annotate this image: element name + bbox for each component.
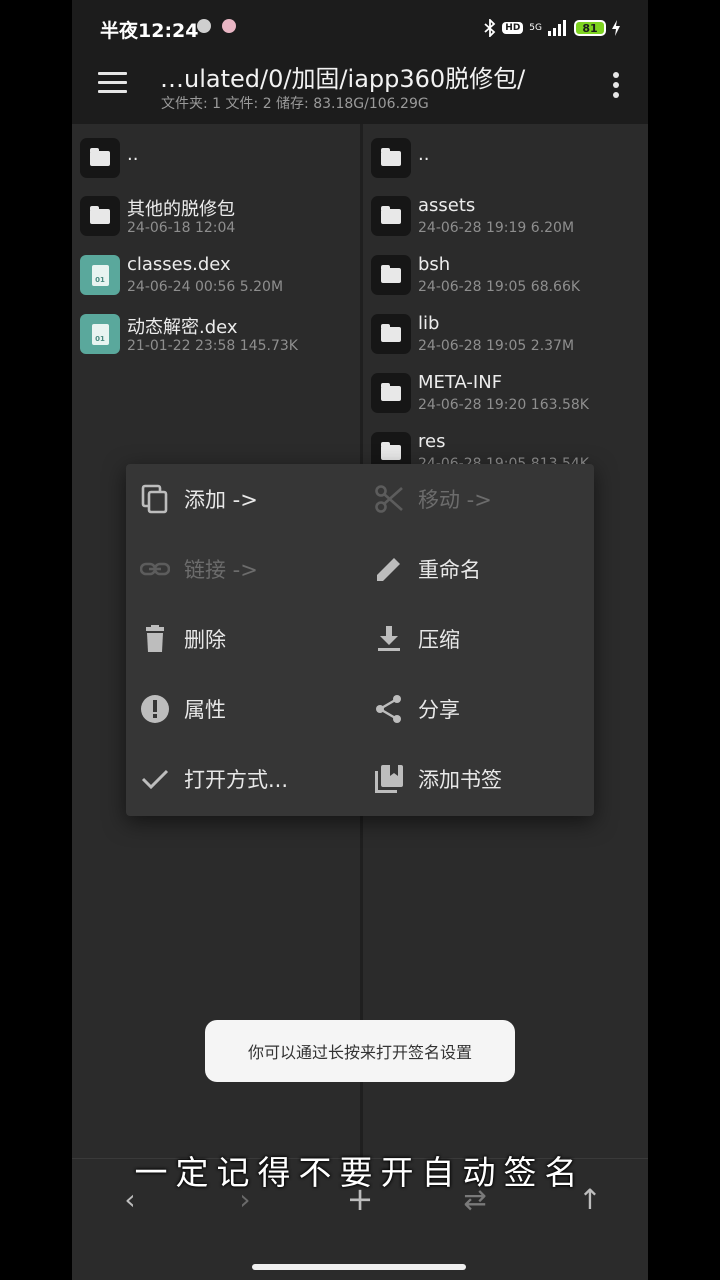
notification-pig-icon — [222, 19, 236, 33]
menu-item-bookmark[interactable]: 添加书签 — [360, 744, 594, 814]
download-icon — [374, 624, 404, 654]
trash-icon — [140, 624, 170, 654]
charging-icon — [612, 20, 620, 36]
info-icon — [140, 694, 170, 724]
menu-item-label: 移动 -> — [418, 488, 492, 512]
home-indicator[interactable] — [252, 1264, 466, 1270]
file-name: 其他的脱修包 — [127, 199, 235, 220]
bookmark-icon — [374, 764, 404, 794]
link-icon — [140, 554, 170, 584]
list-item[interactable]: .. — [72, 134, 360, 192]
list-item[interactable]: 01 classes.dex 24-06-24 00:56 5.20M — [72, 251, 360, 309]
status-clock: 半夜12:24 — [100, 20, 199, 42]
file-name: res — [418, 431, 446, 452]
context-menu: 添加 -> 移动 -> 链接 -> 重命名 删除 压缩 属性 分享 打开方式..… — [126, 464, 594, 816]
hamburger-menu-icon[interactable] — [98, 70, 128, 96]
folder-icon — [371, 255, 411, 295]
folder-icon — [371, 373, 411, 413]
file-meta: 24-06-28 19:05 2.37M — [418, 338, 575, 354]
status-icons: HD 5G 81 — [484, 16, 620, 40]
hd-badge: HD — [502, 22, 524, 34]
copy-icon — [140, 484, 170, 514]
file-meta: 21-01-22 23:58 145.73K — [127, 338, 298, 354]
file-name: classes.dex — [127, 254, 231, 275]
menu-item-delete[interactable]: 删除 — [126, 604, 360, 674]
file-name: .. — [127, 144, 139, 165]
bluetooth-icon — [484, 19, 496, 37]
path-stats: 文件夹: 1 文件: 2 储存: 83.18G/106.29G — [161, 96, 429, 112]
file-meta: 24-06-28 19:05 68.66K — [418, 279, 581, 295]
dex-file-icon: 01 — [80, 255, 120, 295]
file-meta: 24-06-28 19:19 6.20M — [418, 220, 575, 236]
notification-icon — [197, 19, 211, 33]
list-item[interactable]: 01 动态解密.dex 21-01-22 23:58 145.73K — [72, 310, 360, 368]
folder-icon — [80, 196, 120, 236]
overflow-menu-icon[interactable] — [612, 72, 620, 98]
menu-item-open-with[interactable]: 打开方式... — [126, 744, 360, 814]
list-item[interactable]: assets 24-06-28 19:19 6.20M — [363, 192, 648, 250]
dex-file-icon: 01 — [80, 314, 120, 354]
menu-item-label: 删除 — [184, 628, 226, 652]
file-name: 动态解密.dex — [127, 317, 238, 338]
menu-item-rename[interactable]: 重命名 — [360, 534, 594, 604]
menu-item-share[interactable]: 分享 — [360, 674, 594, 744]
folder-icon — [371, 314, 411, 354]
pencil-icon — [374, 554, 404, 584]
menu-item-label: 重命名 — [418, 558, 481, 582]
menu-item-link[interactable]: 链接 -> — [126, 534, 360, 604]
menu-item-label: 添加 -> — [184, 488, 258, 512]
status-bar: 半夜12:24 HD 5G 81 — [72, 0, 648, 56]
list-item[interactable]: .. — [363, 134, 648, 192]
file-name: META-INF — [418, 372, 503, 393]
battery-indicator: 81 — [574, 20, 606, 36]
menu-item-label: 分享 — [418, 698, 460, 722]
cut-icon — [374, 484, 404, 514]
folder-icon — [371, 138, 411, 178]
folder-icon — [371, 196, 411, 236]
app-screen: 半夜12:24 HD 5G 81 …ulated/0/加固/iapp360脱修包… — [72, 0, 648, 1280]
file-name: lib — [418, 313, 440, 334]
file-name: assets — [418, 195, 476, 216]
menu-item-properties[interactable]: 属性 — [126, 674, 360, 744]
file-meta: 24-06-24 00:56 5.20M — [127, 279, 284, 295]
network-5g-label: 5G — [529, 22, 542, 33]
menu-item-label: 属性 — [184, 698, 226, 722]
list-item[interactable]: META-INF 24-06-28 19:20 163.58K — [363, 369, 648, 427]
file-name: .. — [418, 144, 430, 165]
video-caption: 一定记得不要开自动签名 — [134, 1153, 586, 1192]
share-icon — [374, 694, 404, 724]
signal-icon — [548, 20, 568, 36]
menu-item-move[interactable]: 移动 -> — [360, 464, 594, 534]
list-item[interactable]: lib 24-06-28 19:05 2.37M — [363, 310, 648, 368]
menu-item-label: 链接 -> — [184, 558, 258, 582]
file-name: bsh — [418, 254, 451, 275]
toolbar: …ulated/0/加固/iapp360脱修包/ 文件夹: 1 文件: 2 储存… — [72, 56, 648, 124]
menu-item-add[interactable]: 添加 -> — [126, 464, 360, 534]
toast-message: 你可以通过长按来打开签名设置 — [205, 1020, 515, 1082]
menu-item-label: 打开方式... — [184, 768, 289, 792]
folder-icon — [80, 138, 120, 178]
menu-item-compress[interactable]: 压缩 — [360, 604, 594, 674]
check-icon — [140, 764, 170, 794]
menu-item-label: 压缩 — [418, 628, 460, 652]
current-path: …ulated/0/加固/iapp360脱修包/ — [160, 65, 526, 93]
menu-item-label: 添加书签 — [418, 768, 502, 792]
list-item[interactable]: bsh 24-06-28 19:05 68.66K — [363, 251, 648, 309]
list-item[interactable]: 其他的脱修包 24-06-18 12:04 — [72, 192, 360, 250]
file-meta: 24-06-28 19:20 163.58K — [418, 397, 589, 413]
file-meta: 24-06-18 12:04 — [127, 220, 236, 236]
